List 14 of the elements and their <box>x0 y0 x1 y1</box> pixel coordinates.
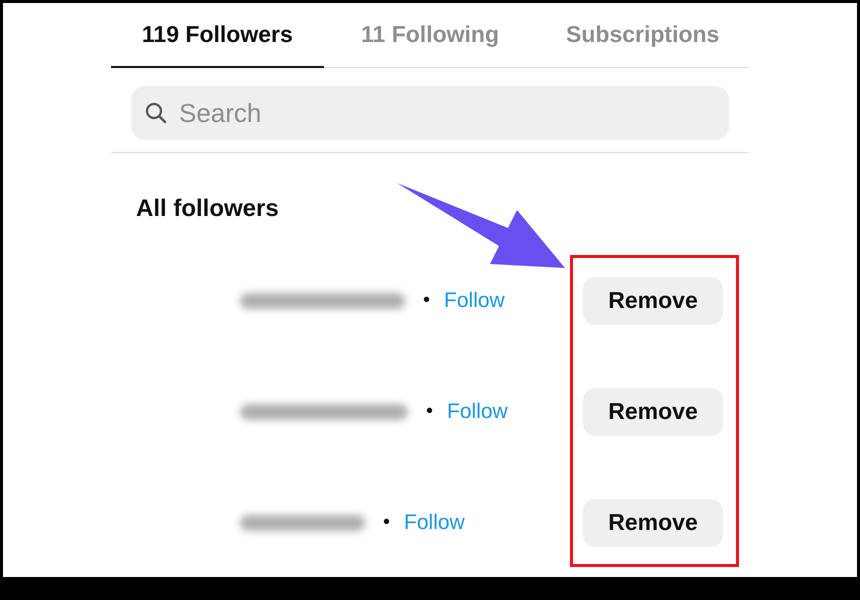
separator-dot: • <box>383 511 390 534</box>
remove-button[interactable]: Remove <box>583 498 723 546</box>
remove-button[interactable]: Remove <box>583 276 723 324</box>
follow-link[interactable]: Follow <box>404 510 465 534</box>
search-field[interactable]: Search <box>131 86 729 140</box>
follow-link[interactable]: Follow <box>447 400 508 424</box>
tab[interactable]: Subscriptions <box>536 3 750 68</box>
follow-link[interactable]: Follow <box>444 288 505 312</box>
tab[interactable]: 119 Followers <box>111 3 324 68</box>
tab[interactable]: 11 Following <box>324 3 536 68</box>
section-title: All followers <box>136 194 280 224</box>
remove-button[interactable]: Remove <box>583 388 723 436</box>
separator-dot: • <box>423 289 430 312</box>
separator-dot: • <box>426 400 434 423</box>
